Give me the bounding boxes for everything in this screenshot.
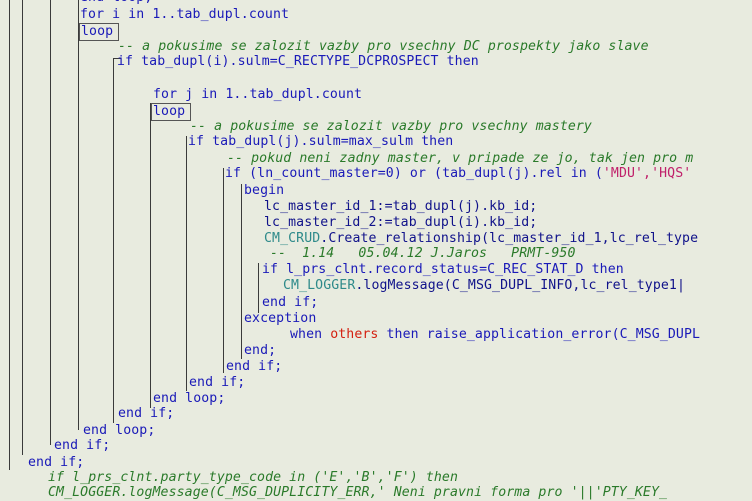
code-line[interactable]: if l_prs_clnt.party_type_code in ('E','B… — [48, 470, 458, 486]
code-line[interactable]: if l_prs_clnt.record_status=C_REC_STAT_D… — [262, 262, 624, 278]
code-token: CM_LOGGER.logMessage(C_MSG_DUPLICITY_ERR… — [48, 485, 668, 500]
code-line[interactable]: end if; — [262, 295, 318, 311]
block-guide — [9, 0, 10, 470]
code-token: loop — [153, 104, 186, 119]
code-token: -- a pokusime se zalozit vazby pro vsech… — [118, 39, 649, 54]
block-guide — [241, 184, 242, 359]
code-line[interactable]: end if; — [54, 438, 110, 454]
code-line[interactable]: lc_master_id_2:=tab_dupl(i).kb_id; — [264, 215, 537, 231]
code-editor[interactable]: end loop; for i in 1..tab_dupl.count loo… — [0, 0, 752, 501]
block-guide — [150, 103, 151, 408]
code-line[interactable]: end if; — [189, 375, 245, 391]
code-token: begin — [244, 183, 285, 198]
block-guide — [258, 263, 259, 313]
code-token: end if; — [54, 438, 111, 453]
code-line[interactable]: end; — [244, 343, 276, 359]
code-token: CM_CRUD — [264, 231, 321, 246]
code-line[interactable]: for i in 1..tab_dupl.count — [80, 7, 289, 23]
code-line[interactable]: end if; — [28, 455, 84, 471]
block-guide — [78, 0, 79, 430]
block-guide — [223, 168, 224, 373]
code-line[interactable]: loop — [153, 104, 185, 120]
block-guide — [22, 0, 23, 455]
code-line[interactable]: CM_CRUD.Create_relationship(lc_master_id… — [264, 231, 698, 247]
code-line[interactable]: -- a pokusime se zalozit vazby pro vsech… — [118, 39, 649, 55]
code-line[interactable]: if (ln_count_master=0) or (tab_dupl(j).r… — [225, 166, 691, 182]
code-token: end; — [244, 343, 277, 358]
code-token: if l_prs_clnt.record_status=C_REC_STAT_D… — [262, 262, 624, 277]
code-line[interactable]: end if; — [118, 406, 174, 422]
code-token: others — [330, 327, 379, 342]
code-token: end if; — [118, 406, 175, 421]
code-token: loop — [81, 24, 114, 39]
code-line[interactable]: end loop; — [83, 423, 155, 439]
code-line[interactable]: exception — [244, 311, 316, 327]
code-token: end if; — [262, 295, 319, 310]
code-token: when — [290, 327, 331, 342]
code-token: end loop; — [153, 391, 226, 406]
code-line[interactable]: CM_LOGGER.logMessage(C_MSG_DUPLICITY_ERR… — [48, 485, 667, 501]
code-token: lc_master_id_2:=tab_dupl(i).kb_id; — [264, 215, 538, 230]
code-token: end if; — [28, 455, 85, 470]
code-token: end loop; — [83, 423, 156, 438]
code-token: CM_LOGGER — [283, 278, 356, 293]
code-line[interactable]: if tab_dupl(i).sulm=C_RECTYPE_DCPROSPECT… — [117, 54, 479, 70]
code-line[interactable]: -- 1.14 05.04.12 J.Jaros PRMT-950 — [270, 246, 576, 262]
code-token: exception — [244, 311, 317, 326]
code-token: .logMessage(C_MSG_DUPL_INFO,lc_rel_type1… — [355, 278, 685, 293]
code-line[interactable]: end if; — [226, 359, 282, 375]
code-line[interactable]: CM_LOGGER.logMessage(C_MSG_DUPL_INFO,lc_… — [283, 278, 685, 294]
code-token: if l_prs_clnt.party_type_code in ('E','B… — [48, 470, 459, 485]
code-line[interactable]: for j in 1..tab_dupl.count — [153, 87, 362, 103]
code-token: if (ln_count_master=0) or (tab_dupl(j).r… — [225, 166, 603, 181]
code-line[interactable]: -- a pokusime se zalozit vazby pro vsech… — [190, 119, 592, 135]
code-line[interactable]: loop — [81, 24, 113, 40]
code-token: end if; — [189, 375, 246, 390]
code-token: end if; — [226, 359, 283, 374]
code-token: then raise_application_error(C_MSG_DUPL — [378, 327, 701, 342]
code-line[interactable]: when others then raise_application_error… — [290, 327, 700, 343]
code-token: if tab_dupl(i).sulm=C_RECTYPE_DCPROSPECT… — [117, 54, 479, 69]
code-token: if tab_dupl(j).sulm=max_sulm then — [188, 134, 454, 149]
code-token: -- pokud neni zadny master, v pripade ze… — [227, 151, 694, 166]
code-line[interactable]: -- pokud neni zadny master, v pripade ze… — [227, 151, 693, 167]
code-token: end loop; — [80, 0, 152, 5]
code-token: for j in 1..tab_dupl.count — [153, 87, 363, 102]
code-line[interactable]: if tab_dupl(j).sulm=max_sulm then — [188, 134, 453, 150]
code-token: -- 1.14 05.04.12 J.Jaros PRMT-950 — [270, 246, 576, 261]
code-token: for i in 1..tab_dupl.count — [80, 7, 290, 22]
block-guide — [186, 136, 187, 391]
code-line[interactable]: end loop; — [80, 0, 152, 6]
code-token: .Create_relationship(lc_master_id_1,lc_r… — [320, 231, 699, 246]
code-token: -- a pokusime se zalozit vazby pro vsech… — [190, 119, 592, 134]
code-line[interactable]: begin — [244, 183, 284, 199]
block-guide — [113, 58, 114, 423]
block-guide — [50, 0, 51, 445]
code-token: lc_master_id_1:=tab_dupl(j).kb_id; — [264, 199, 538, 214]
code-line[interactable]: lc_master_id_1:=tab_dupl(j).kb_id; — [264, 199, 537, 215]
code-token: 'MDU','HQS' — [602, 166, 692, 181]
code-line[interactable]: end loop; — [153, 391, 225, 407]
